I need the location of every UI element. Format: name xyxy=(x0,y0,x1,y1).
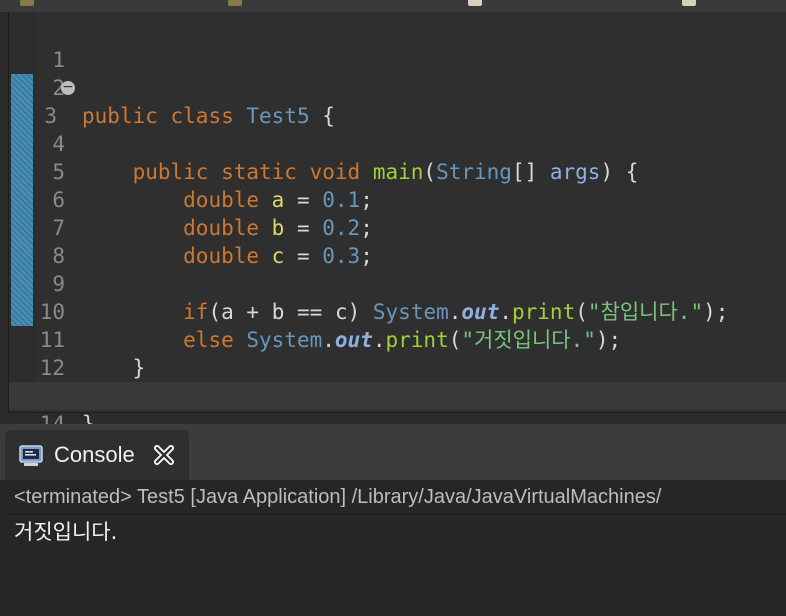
code-line[interactable]: 11 } xyxy=(9,298,786,380)
code-line[interactable]: 2 public class Test5 { xyxy=(9,46,786,128)
tab-icon[interactable] xyxy=(20,0,34,6)
collapse-icon[interactable]: − xyxy=(61,80,75,95)
code-line[interactable]: 3 − public static void main(String[] arg… xyxy=(9,74,786,184)
console-icon xyxy=(19,445,43,466)
code-line[interactable]: 5 double a = 0.1; xyxy=(9,130,786,212)
console-process-header: <terminated> Test5 [Java Application] /L… xyxy=(14,486,662,508)
code-line[interactable]: 6 double b = 0.2; xyxy=(9,158,786,240)
code-line[interactable]: 1 xyxy=(9,18,786,72)
console-tab-label: Console xyxy=(54,442,135,467)
tab-icon[interactable] xyxy=(468,0,482,6)
code-line[interactable]: 9 if(a + b == c) System.out.print("참입니다.… xyxy=(9,242,786,324)
tab-console[interactable]: Console xyxy=(5,430,189,480)
editor-tab-strip xyxy=(0,0,786,12)
console-output-area[interactable]: <terminated> Test5 [Java Application] /L… xyxy=(0,480,786,616)
console-output-text: 거짓입니다. xyxy=(14,520,118,544)
current-code-line[interactable]: 14 xyxy=(9,382,786,436)
code-line[interactable]: 8 xyxy=(9,214,786,268)
divider xyxy=(8,514,786,515)
tab-icon[interactable] xyxy=(228,0,242,6)
code-line[interactable]: 12 xyxy=(9,326,786,380)
console-tab-bar: Console xyxy=(0,424,786,480)
code-line[interactable]: 10 else System.out.print("거짓입니다."); xyxy=(9,270,786,352)
code-line[interactable]: 13 } xyxy=(9,354,786,436)
code-line[interactable]: 7 double c = 0.3; xyxy=(9,186,786,268)
close-icon[interactable] xyxy=(153,444,175,466)
tab-icon[interactable] xyxy=(682,0,696,6)
code-editor[interactable]: 1 2 public class Test5 { 3 − public stat… xyxy=(8,12,786,436)
code-line[interactable]: 4 xyxy=(9,102,786,156)
